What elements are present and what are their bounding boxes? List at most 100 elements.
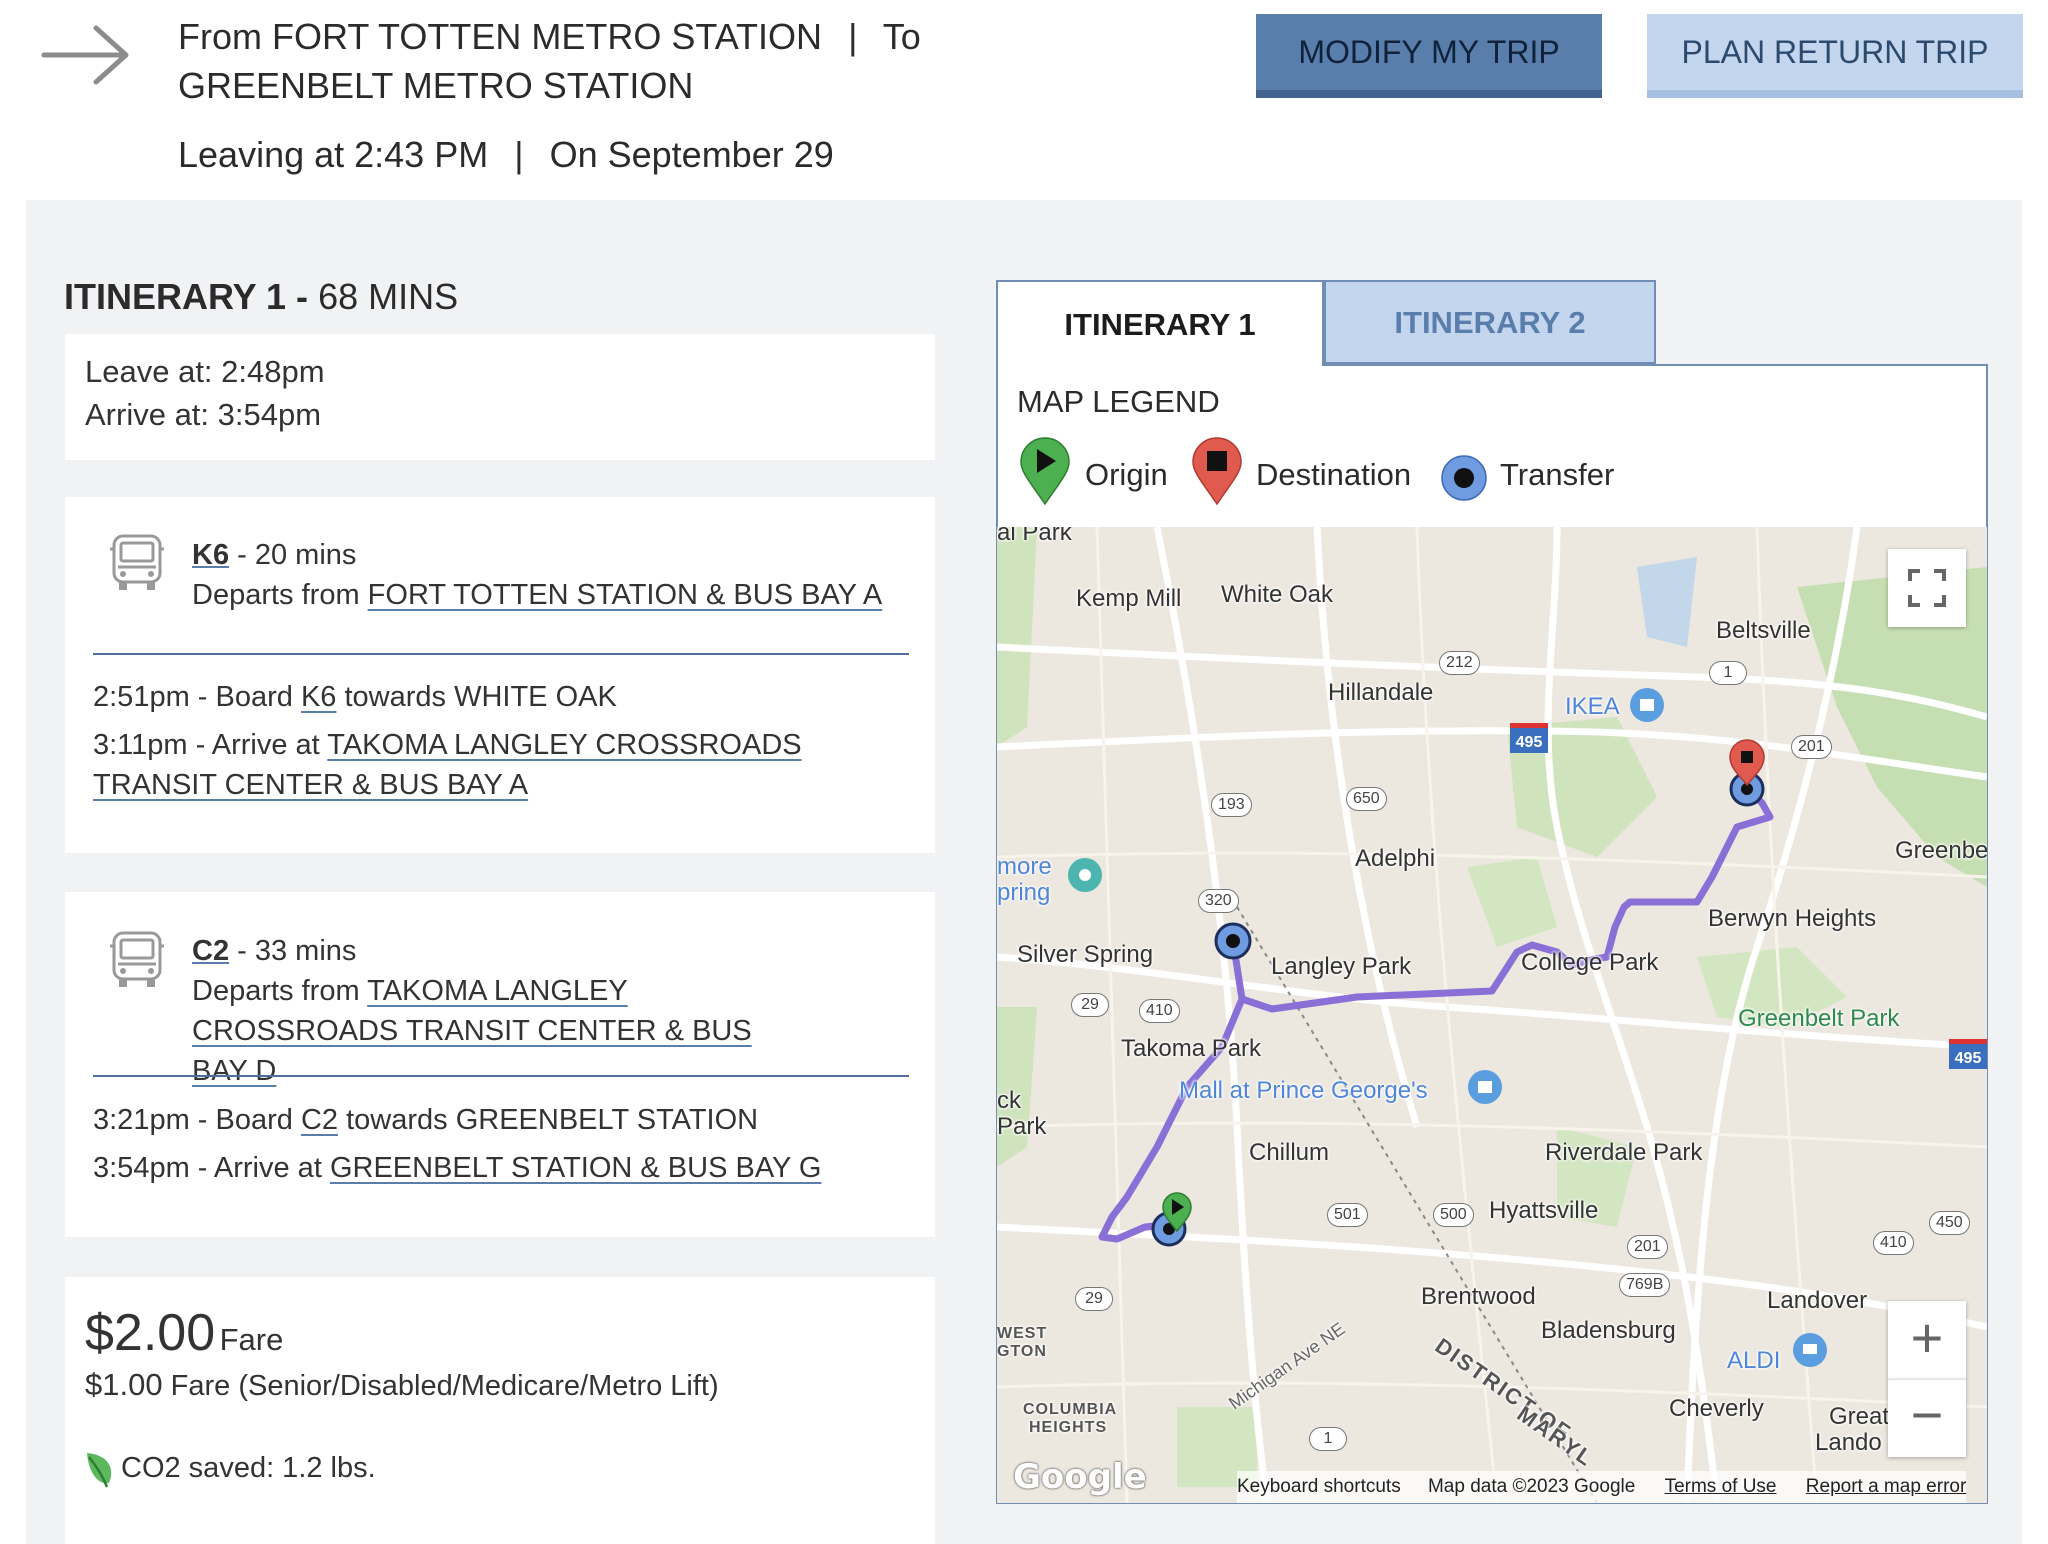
place-label: HEIGHTS xyxy=(1029,1419,1108,1436)
place-label: Langley Park xyxy=(1271,953,1412,980)
leg-card-1: K6 - 20 mins Departs from FORT TOTTEN ST… xyxy=(65,497,935,853)
place-label: ALDI xyxy=(1727,1347,1781,1374)
place-label: Greenbelt Park xyxy=(1738,1005,1900,1032)
tab-itinerary-1[interactable]: ITINERARY 1 xyxy=(996,280,1324,366)
place-label: Mall at Prince George's xyxy=(1179,1077,1428,1104)
mall-pin-icon xyxy=(1468,1070,1502,1104)
place-label: Kemp Mill xyxy=(1076,585,1182,612)
place-label: Hillandale xyxy=(1328,679,1434,706)
route-shield: 501 xyxy=(1327,1203,1368,1227)
plan-return-trip-button[interactable]: PLAN RETURN TRIP xyxy=(1647,14,2023,98)
to-station: GREENBELT METRO STATION xyxy=(178,65,694,106)
fare-amount: $2.00 xyxy=(85,1304,216,1362)
place-label: Beltsville xyxy=(1716,617,1811,644)
separator: | xyxy=(514,134,524,175)
zoom-out-button[interactable]: − xyxy=(1888,1379,1966,1457)
tab-itinerary-2[interactable]: ITINERARY 2 xyxy=(1324,280,1656,364)
route-shield: 410 xyxy=(1139,999,1180,1023)
divider xyxy=(93,653,909,655)
place-label: Great xyxy=(1829,1403,1890,1430)
depart-prefix: Departs from xyxy=(192,975,360,1007)
leg-route: C2 - 33 mins xyxy=(192,935,356,968)
route-shield: 450 xyxy=(1929,1211,1970,1235)
itinerary-title: ITINERARY 1 - 68 MINS xyxy=(64,276,458,318)
fullscreen-icon xyxy=(1908,569,1946,607)
place-label: Takoma Park xyxy=(1121,1035,1262,1062)
origin-marker-icon xyxy=(1020,437,1070,506)
leave-time: Leave at: 2:48pm xyxy=(85,354,325,389)
place-label: Cheverly xyxy=(1669,1395,1764,1422)
place-label: GTON xyxy=(997,1343,1047,1360)
route-shield: 201 xyxy=(1627,1235,1668,1259)
route-shield: 193 xyxy=(1211,793,1252,817)
arrive-time: Arrive at: 3:54pm xyxy=(85,397,322,432)
interstate-shield: 495 xyxy=(1510,723,1548,753)
destination-marker-icon xyxy=(1192,437,1242,506)
zoom-in-button[interactable]: + xyxy=(1888,1301,1966,1379)
place-label: Riverdale Park xyxy=(1545,1139,1703,1166)
place-label: Greenbe xyxy=(1895,837,1987,864)
reduced-fare-amount: $1.00 xyxy=(85,1367,163,1402)
route-shield: 500 xyxy=(1433,1203,1474,1227)
from-label: From xyxy=(178,16,262,57)
leg-duration: - 20 mins xyxy=(237,539,357,571)
itinerary-title-bold: ITINERARY 1 - xyxy=(64,276,309,317)
place-label: Lando xyxy=(1815,1429,1882,1456)
modify-trip-button[interactable]: MODIFY MY TRIP xyxy=(1256,14,1602,98)
keyboard-shortcuts-link[interactable]: Keyboard shortcuts xyxy=(1237,1476,1401,1497)
route-shield: 1 xyxy=(1709,661,1747,685)
report-map-error-link[interactable]: Report a map error xyxy=(1806,1476,1967,1497)
leaving-time: Leaving at 2:43 PM xyxy=(178,134,489,175)
board-time: 2:51pm - Board xyxy=(93,681,293,713)
place-label: Silver Spring xyxy=(1017,941,1154,968)
place-label: Berwyn Heights xyxy=(1708,905,1877,932)
from-station: FORT TOTTEN METRO STATION xyxy=(272,16,823,57)
reduced-fare-label: Fare (Senior/Disabled/Medicare/Metro Lif… xyxy=(170,1370,719,1402)
leg-depart: Departs from TAKOMA LANGLEY CROSSROADS T… xyxy=(192,971,792,1091)
interstate-shield: 495 xyxy=(1949,1039,1987,1069)
route-shield: 769B xyxy=(1619,1273,1671,1297)
map-data-text: Map data ©2023 Google xyxy=(1427,1476,1636,1497)
board-step: 3:21pm - Board C2 towards GREENBELT STAT… xyxy=(93,1100,913,1140)
route-shield: 320 xyxy=(1198,889,1239,913)
ikea-pin-icon xyxy=(1630,688,1664,722)
google-logo: Google xyxy=(1013,1457,1147,1497)
transfer-marker-icon xyxy=(1441,455,1487,501)
aldi-pin-icon xyxy=(1793,1333,1827,1367)
to-label: To xyxy=(882,16,921,57)
terms-of-use-link[interactable]: Terms of Use xyxy=(1665,1476,1777,1497)
board-towards: towards WHITE OAK xyxy=(344,681,617,713)
route-link[interactable]: K6 xyxy=(301,681,336,713)
trip-time: Leaving at 2:43 PM | On September 29 xyxy=(178,134,834,176)
route-map[interactable]: Kemp Mill White Oak Beltsville Hillandal… xyxy=(997,527,1987,1503)
board-towards: towards GREENBELT STATION xyxy=(346,1104,759,1136)
arrive-stop-link[interactable]: GREENBELT STATION & BUS BAY G xyxy=(330,1152,822,1184)
depart-stop-link[interactable]: FORT TOTTEN STATION & BUS BAY A xyxy=(368,579,883,611)
place-label: Bladensburg xyxy=(1541,1317,1676,1344)
separator: | xyxy=(848,16,858,57)
trip-from-to: From FORT TOTTEN METRO STATION | To xyxy=(178,16,921,58)
place-label: more xyxy=(997,853,1052,880)
route-link[interactable]: C2 xyxy=(301,1104,338,1136)
legend-origin-label: Origin xyxy=(1085,457,1168,492)
fare-card: $2.00 Fare $1.00 Fare (Senior/Disabled/M… xyxy=(65,1277,935,1544)
arrive-prefix: 3:54pm - Arrive at xyxy=(93,1152,322,1184)
fullscreen-button[interactable] xyxy=(1888,549,1966,627)
reduced-fare: $1.00 Fare (Senior/Disabled/Medicare/Met… xyxy=(85,1367,719,1403)
place-label: ck xyxy=(997,1087,1021,1114)
route-link[interactable]: K6 xyxy=(192,539,229,571)
map-legend-title: MAP LEGEND xyxy=(1017,384,1220,419)
arrive-step: 3:11pm - Arrive at TAKOMA LANGLEY CROSSR… xyxy=(93,725,913,805)
route-link[interactable]: C2 xyxy=(192,935,229,967)
route-shield: 650 xyxy=(1346,787,1387,811)
map-attribution: Keyboard shortcuts Map data ©2023 Google… xyxy=(1237,1471,1967,1503)
leaf-icon xyxy=(87,1453,112,1488)
place-label: Landover xyxy=(1767,1287,1868,1314)
bus-icon xyxy=(110,931,164,987)
place-label: pring xyxy=(997,879,1051,906)
board-step: 2:51pm - Board K6 towards WHITE OAK xyxy=(93,677,913,717)
route-shield: 1 xyxy=(1309,1427,1347,1451)
place-label: Brentwood xyxy=(1421,1283,1536,1310)
leg-route: K6 - 20 mins xyxy=(192,539,356,572)
depart-prefix: Departs from xyxy=(192,579,360,611)
